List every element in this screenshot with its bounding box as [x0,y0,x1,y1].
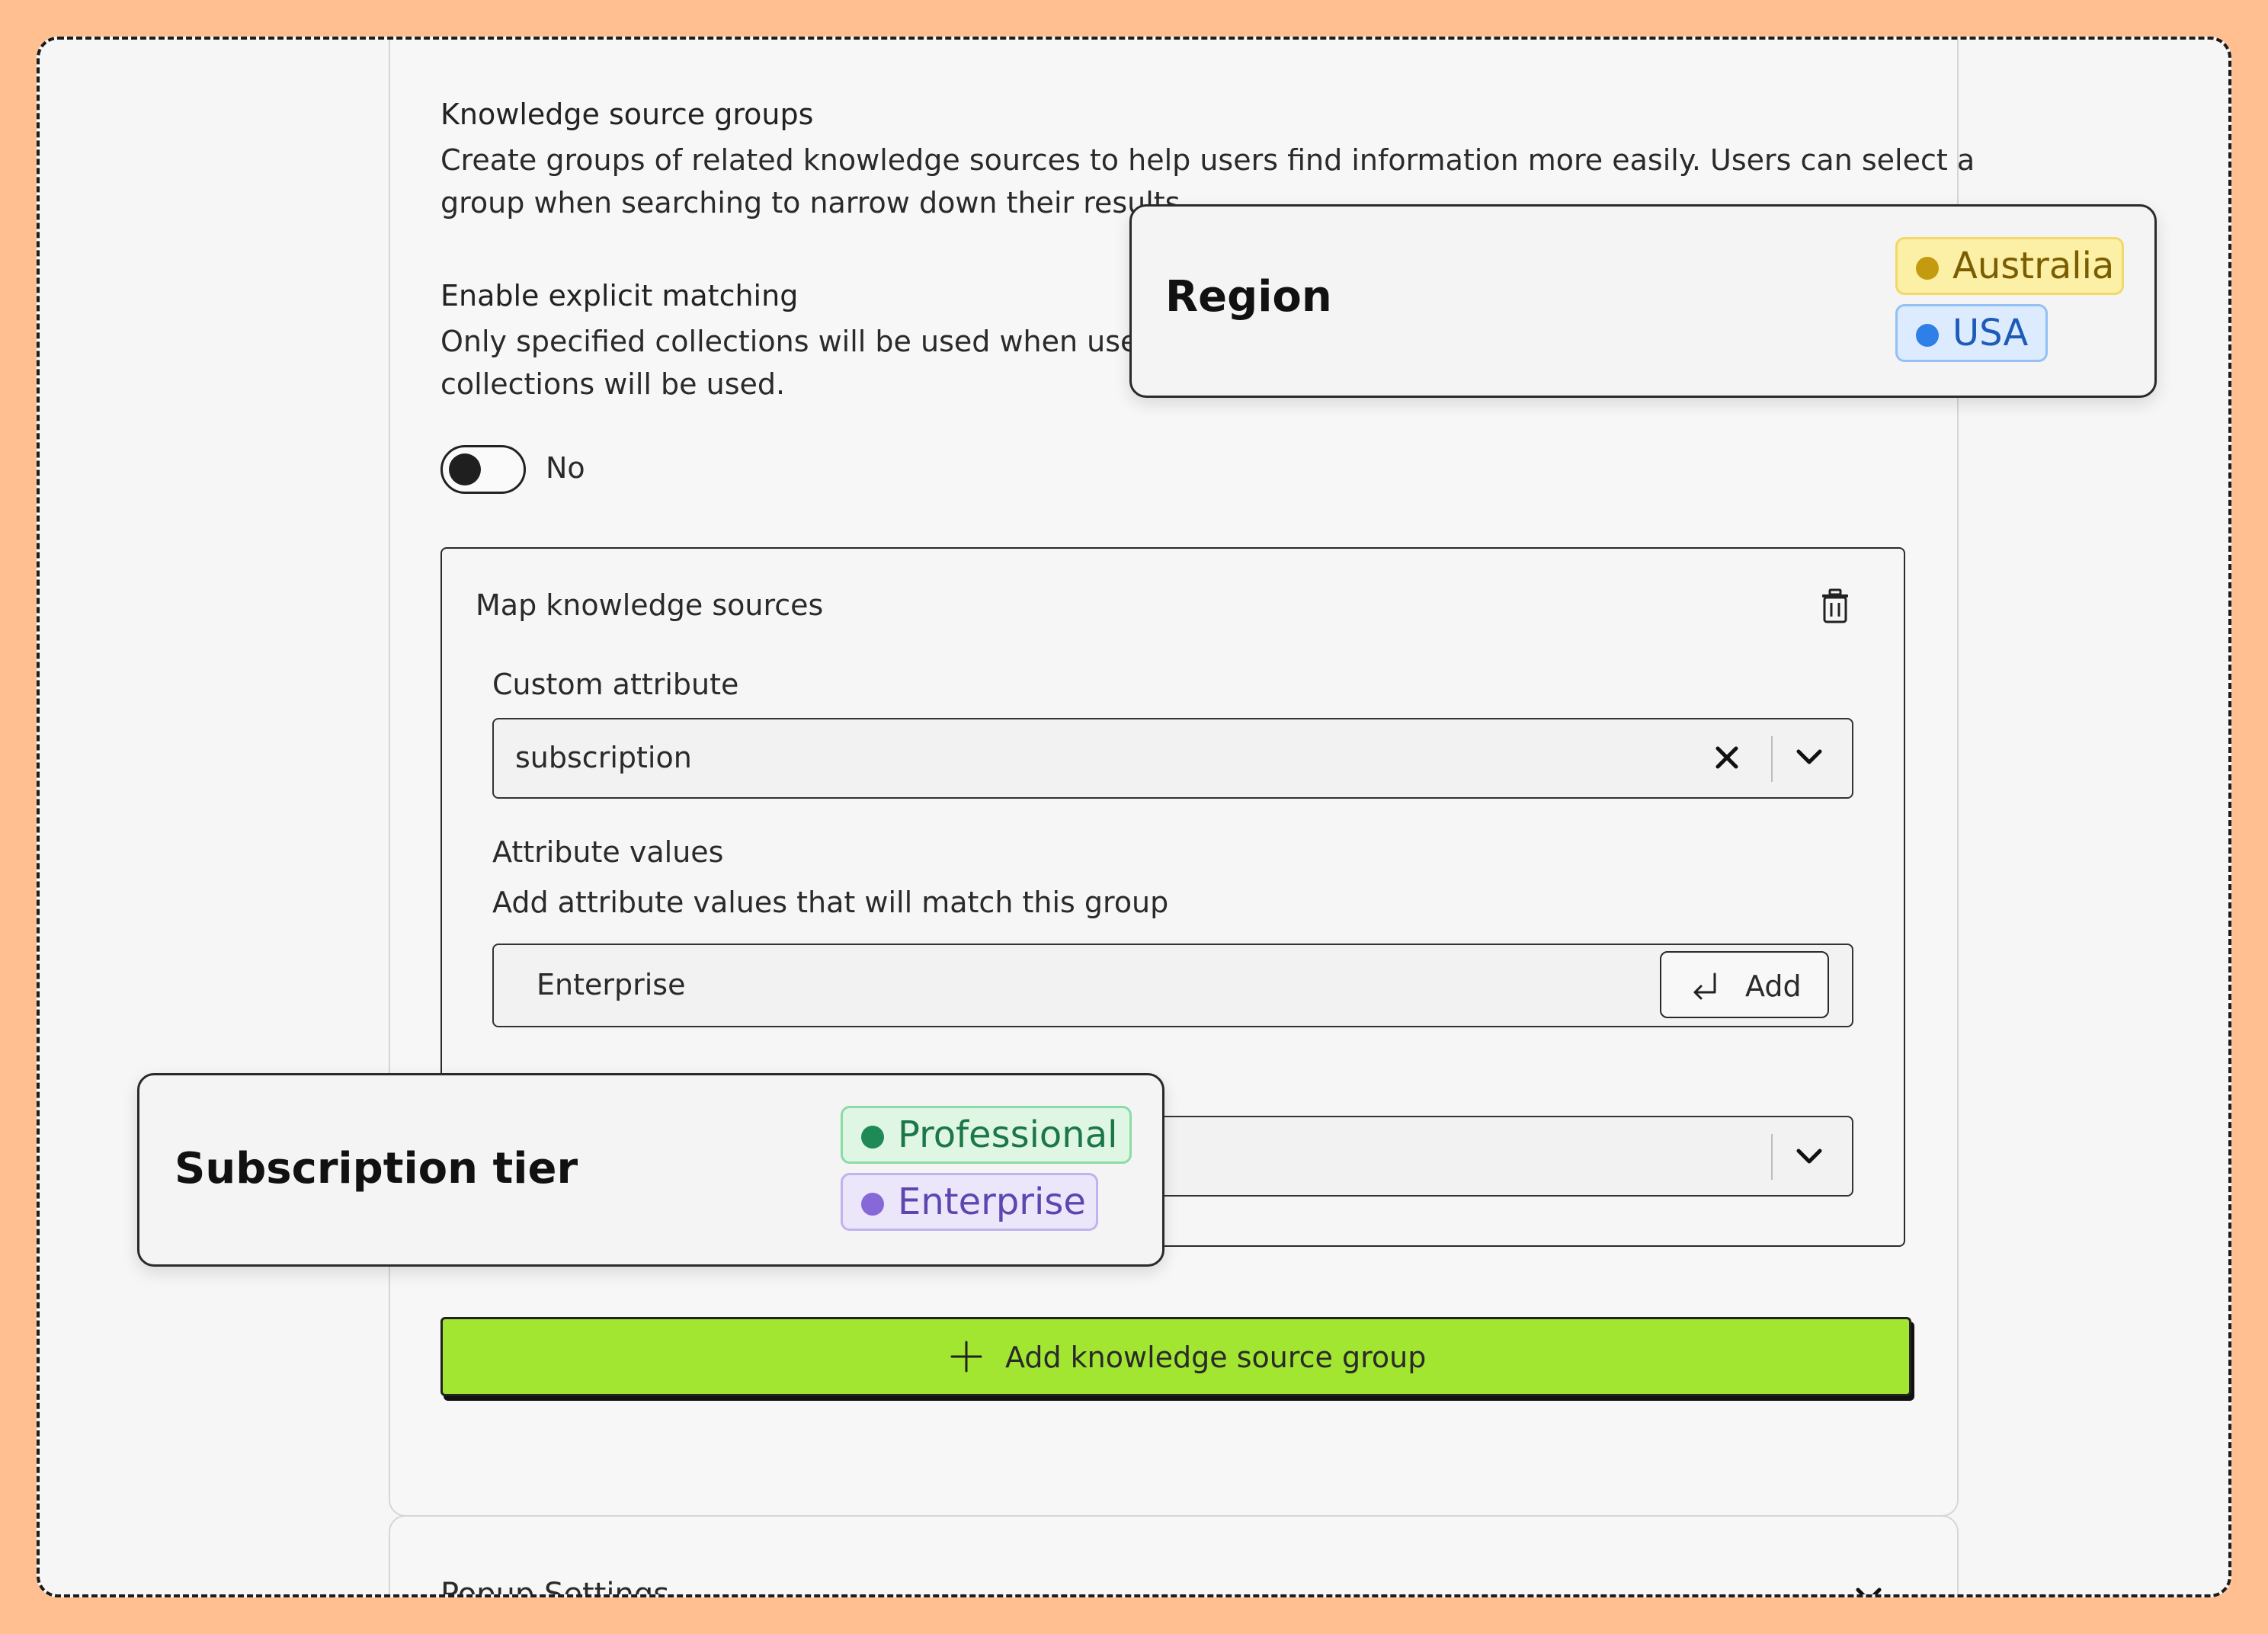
custom-attribute-label: Custom attribute [492,668,739,701]
attribute-value-input[interactable]: Enterprise Add [492,944,1853,1027]
region-title: Region [1165,272,1332,322]
toggle-label: No [546,451,585,485]
chevron-down-icon[interactable] [1853,1584,1884,1594]
explicit-matching-desc-line2: collections will be used. [440,367,786,401]
add-attribute-button[interactable]: Add [1660,951,1829,1018]
select-divider [1771,736,1773,782]
custom-attribute-select[interactable]: subscription [492,718,1853,799]
close-icon[interactable] [1713,744,1741,774]
enter-icon [1690,971,1721,1004]
attribute-input-value: Enterprise [537,968,686,1001]
chip-label: Professional [898,1113,1118,1156]
custom-attribute-value: subscription [515,741,692,774]
knowledge-groups-desc-line2: group when searching to narrow down thei… [440,186,1190,219]
chip-dot [861,1193,884,1216]
popup-settings-title: Popup Settings [440,1577,670,1597]
chip-dot [1916,324,1939,347]
attribute-values-label: Attribute values [492,835,724,869]
subscription-tier-popover: Subscription tier Professional Enterpris… [137,1073,1164,1267]
chevron-down-icon[interactable] [1794,1145,1824,1171]
region-popover: Region Australia USA [1129,204,2157,398]
select-divider [1771,1134,1773,1180]
map-card-title: Map knowledge sources [476,588,824,622]
chip-label: Australia [1952,245,2115,287]
add-group-label: Add knowledge source group [1005,1341,1427,1374]
chip-dot [861,1126,884,1149]
explicit-matching-title: Enable explicit matching [440,279,799,312]
region-chip-australia[interactable]: Australia [1895,237,2124,295]
screenshot-frame: Knowledge source groups Create groups of… [37,37,2231,1597]
add-button-label: Add [1745,969,1802,1003]
region-chip-usa[interactable]: USA [1895,304,2048,362]
plus-icon [949,1339,984,1377]
trash-icon[interactable] [1820,588,1850,625]
attribute-values-help: Add attribute values that will match thi… [492,886,1169,919]
knowledge-groups-title: Knowledge source groups [440,98,814,131]
subscription-tier-title: Subscription tier [175,1144,578,1193]
chip-label: USA [1952,312,2029,354]
knowledge-groups-desc-line1: Create groups of related knowledge sourc… [440,143,1975,177]
chip-label: Enterprise [898,1181,1086,1223]
add-knowledge-source-group-button[interactable]: Add knowledge source group [440,1317,1911,1396]
tier-chip-enterprise[interactable]: Enterprise [841,1173,1098,1231]
tier-chip-professional[interactable]: Professional [841,1106,1132,1164]
chip-dot [1916,257,1939,280]
chevron-down-icon[interactable] [1794,745,1824,771]
explicit-matching-desc-line1: Only specified collections will be used … [440,325,1189,358]
explicit-matching-toggle[interactable] [440,445,526,494]
popup-settings-panel[interactable]: Popup Settings [389,1515,1959,1597]
toggle-knob [449,453,481,485]
